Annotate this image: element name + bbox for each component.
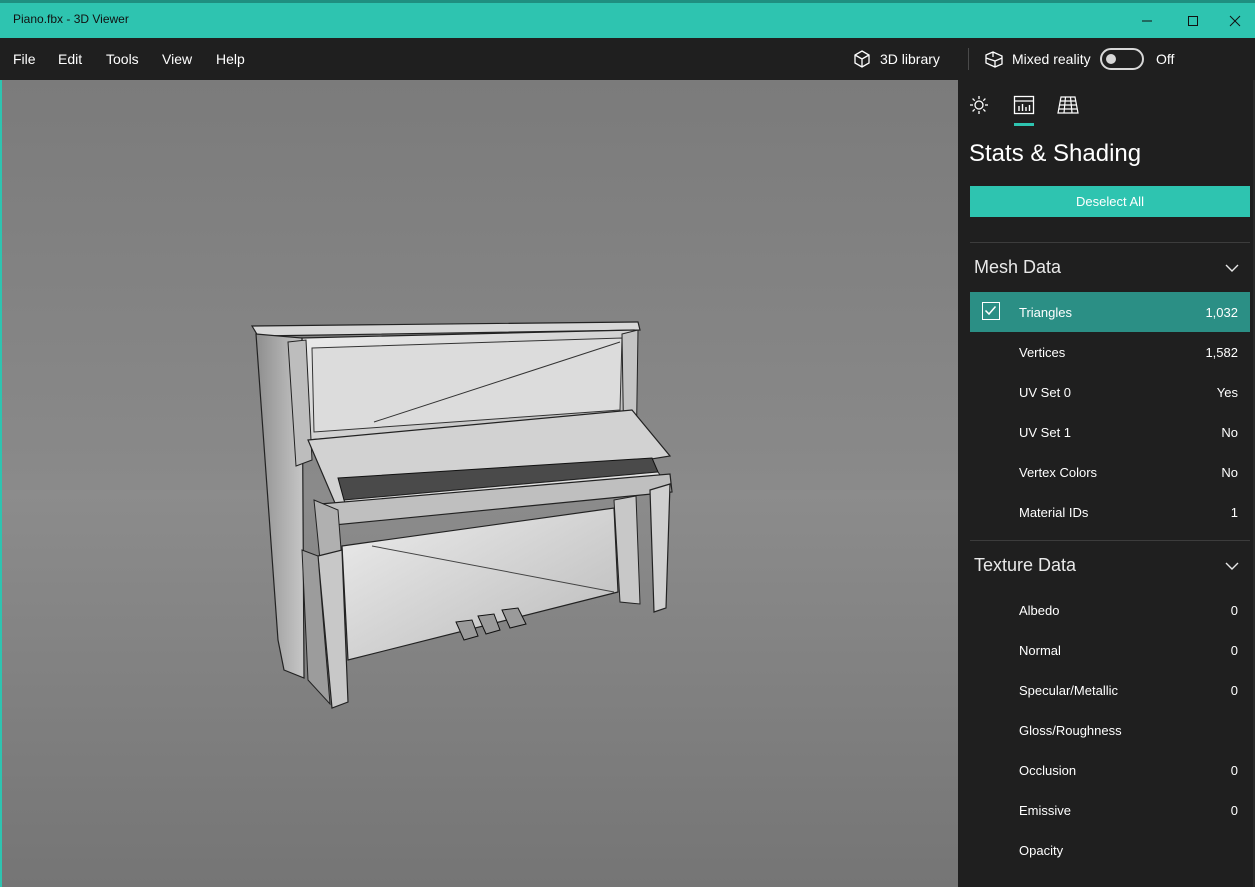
stat-value: 1,032 — [1205, 305, 1238, 320]
stat-value: 0 — [1230, 803, 1238, 818]
title-bar: Piano.fbx - 3D Viewer — [0, 0, 1255, 38]
stat-row-normal[interactable]: Normal 0 — [970, 630, 1250, 670]
toggle-knob — [1106, 54, 1116, 64]
stat-row-gloss-roughness[interactable]: Gloss/Roughness — [970, 710, 1250, 750]
tab-grid[interactable] — [1056, 94, 1080, 116]
menu-help[interactable]: Help — [216, 51, 245, 67]
stat-label: UV Set 1 — [1019, 425, 1072, 440]
checkbox-checked[interactable] — [982, 302, 1000, 320]
stat-row-opacity[interactable]: Opacity — [970, 830, 1250, 870]
stat-label: Triangles — [1019, 305, 1072, 320]
stat-value: 0 — [1230, 683, 1238, 698]
stat-label: Normal — [1019, 643, 1061, 658]
mixed-reality-state: Off — [1156, 51, 1175, 67]
close-button[interactable] — [1216, 3, 1254, 38]
stat-label: Emissive — [1019, 803, 1072, 818]
stat-label: UV Set 0 — [1019, 385, 1072, 400]
mixed-reality-toggle[interactable] — [1100, 48, 1144, 70]
stat-label: Specular/Metallic — [1019, 683, 1118, 698]
stat-label: Opacity — [1019, 843, 1064, 858]
active-tab-indicator — [1014, 123, 1034, 126]
deselect-all-button[interactable]: Deselect All — [970, 186, 1250, 217]
stat-row-albedo[interactable]: Albedo 0 — [970, 590, 1250, 630]
stat-value: No — [1221, 425, 1238, 440]
mixed-reality-icon — [985, 51, 1003, 68]
mixed-reality-label: Mixed reality — [1012, 51, 1091, 67]
window-title: Piano.fbx - 3D Viewer — [13, 12, 129, 26]
menu-edit[interactable]: Edit — [58, 51, 82, 67]
stat-value: 1 — [1230, 505, 1238, 520]
3d-viewport[interactable] — [0, 80, 958, 887]
menu-tools[interactable]: Tools — [106, 51, 139, 67]
mesh-data-header[interactable]: Mesh Data — [974, 257, 1061, 278]
panel-title: Stats & Shading — [969, 140, 1142, 167]
stat-label: Material IDs — [1019, 505, 1089, 520]
stat-value: No — [1221, 465, 1238, 480]
menu-bar: File Edit Tools View Help 3D library Mix… — [0, 38, 1255, 80]
stat-row-uv-set-1[interactable]: UV Set 1 No — [970, 412, 1250, 452]
stat-label: Gloss/Roughness — [1019, 723, 1122, 738]
stat-row-specular-metallic[interactable]: Specular/Metallic 0 — [970, 670, 1250, 710]
3d-library-button[interactable]: 3D library — [852, 45, 940, 73]
stat-value: Yes — [1216, 385, 1238, 400]
stat-value: 0 — [1230, 603, 1238, 618]
stat-label: Vertex Colors — [1019, 465, 1098, 480]
stat-label: Vertices — [1019, 345, 1066, 360]
minimize-icon — [1142, 20, 1152, 21]
stat-value: 1,582 — [1205, 345, 1238, 360]
sun-icon — [970, 96, 988, 114]
stat-label: Albedo — [1019, 603, 1060, 618]
stat-row-vertices[interactable]: Vertices 1,582 — [970, 332, 1250, 372]
stat-value: 0 — [1230, 643, 1238, 658]
tab-stats[interactable] — [1012, 94, 1036, 116]
stat-row-occlusion[interactable]: Occlusion 0 — [970, 750, 1250, 790]
menu-view[interactable]: View — [162, 51, 192, 67]
stats-shading-panel: Stats & Shading Deselect All Mesh Data T… — [958, 80, 1255, 887]
chevron-down-icon[interactable] — [1224, 558, 1240, 574]
stats-chart-icon — [1013, 95, 1035, 115]
checkmark-icon — [984, 306, 997, 316]
maximize-icon — [1188, 15, 1198, 26]
mixed-reality-button[interactable]: Mixed reality — [984, 45, 1091, 73]
grid-icon — [1057, 96, 1079, 114]
menu-separator — [968, 48, 969, 70]
minimize-button[interactable] — [1124, 3, 1170, 38]
stat-row-triangles[interactable]: Triangles 1,032 — [970, 292, 1250, 332]
menu-file[interactable]: File — [13, 51, 36, 67]
maximize-button[interactable] — [1170, 3, 1216, 38]
section-divider — [970, 540, 1250, 541]
3d-library-label: 3D library — [880, 51, 940, 67]
close-icon — [1229, 15, 1241, 26]
stat-row-material-ids[interactable]: Material IDs 1 — [970, 492, 1250, 532]
stat-value: 0 — [1230, 763, 1238, 778]
texture-data-header[interactable]: Texture Data — [974, 555, 1076, 576]
cube-icon — [854, 50, 870, 68]
stat-label: Occlusion — [1019, 763, 1077, 778]
chevron-down-icon[interactable] — [1224, 260, 1240, 276]
stat-row-uv-set-0[interactable]: UV Set 0 Yes — [970, 372, 1250, 412]
stat-row-vertex-colors[interactable]: Vertex Colors No — [970, 452, 1250, 492]
piano-model[interactable] — [2, 80, 958, 887]
tab-lighting[interactable] — [967, 94, 991, 116]
stat-row-emissive[interactable]: Emissive 0 — [970, 790, 1250, 830]
section-divider — [970, 242, 1250, 243]
